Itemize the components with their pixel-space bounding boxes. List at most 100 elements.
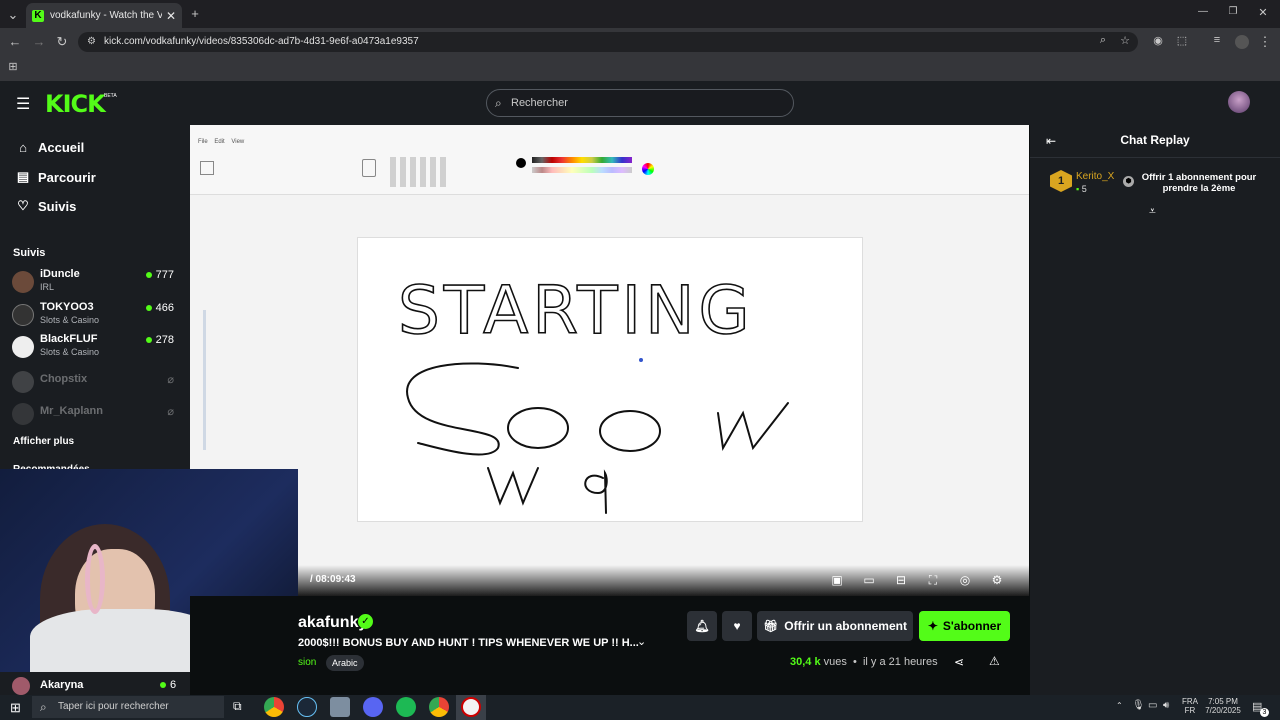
speed-icon[interactable]: ◎ <box>957 573 973 587</box>
followed-channel[interactable]: BlackFLUF Slots & Casino 278 <box>12 331 182 361</box>
kick-favicon-icon: K <box>32 9 44 22</box>
discord-icon[interactable] <box>363 697 383 717</box>
minimize-icon[interactable]: — <box>1196 6 1210 17</box>
tray-chevron-icon[interactable]: ⌃ <box>1116 701 1123 710</box>
video-stats: 30,4 k vues • il y a 21 heures <box>790 656 938 668</box>
zoom-slider <box>203 310 206 450</box>
avatar <box>12 336 34 358</box>
followed-channel[interactable]: iDuncle IRL 777 <box>12 266 182 296</box>
new-tab-icon[interactable]: + <box>188 6 202 21</box>
palette-icon <box>532 157 632 163</box>
scroll-down-icon[interactable]: ⩡ <box>1149 204 1156 219</box>
clock[interactable]: 7:05 PM 7/20/2025 <box>1203 697 1243 715</box>
extension-icon[interactable]: ◉ <box>1151 34 1165 47</box>
starting-text: STARTING <box>398 272 754 349</box>
taskbar-search-input[interactable]: ⌕ Taper ici pour rechercher <box>32 696 224 718</box>
brush-icon <box>362 159 376 177</box>
settings-gear-icon[interactable]: ⚙ <box>989 573 1005 587</box>
sidebar-item-browse[interactable]: ▤ Parcourir <box>14 169 96 185</box>
search-input[interactable]: ⌕ Rechercher <box>486 89 794 117</box>
heart-icon: ♥ <box>733 619 741 633</box>
profile-icon[interactable] <box>1235 35 1249 49</box>
file-app-icon[interactable] <box>330 697 350 717</box>
theatre-mode-icon[interactable]: ▭ <box>861 573 877 587</box>
select-icon <box>200 161 214 175</box>
show-more-link[interactable]: Afficher plus <box>13 436 74 447</box>
mic-icon[interactable]: 🎙︎ <box>1132 700 1145 711</box>
chat-message-text: Offrir 1 abonnement pour prendre la 2ème <box>1141 172 1257 194</box>
paint-menu: File Edit View <box>198 139 245 145</box>
followed-channel-offline[interactable]: Chopstix ⌀ <box>12 366 182 396</box>
user-avatar[interactable] <box>1228 91 1250 113</box>
notification-bell-button[interactable]: 🔔︎ <box>687 611 717 641</box>
menu-kebab-icon[interactable]: ⋮ <box>1258 34 1272 50</box>
handwriting-drawing: STARTING <box>397 271 789 514</box>
obs-icon[interactable] <box>461 697 481 717</box>
followed-channel[interactable]: TOKYOO3 Slots & Casino 466 <box>12 299 182 329</box>
gift-icon: 🎁︎ <box>763 619 779 633</box>
search-icon: ⌕ <box>495 96 502 110</box>
paint-canvas: STARTING <box>357 237 863 522</box>
palette-light-icon <box>532 167 632 173</box>
avatar <box>12 271 34 293</box>
steam-icon[interactable] <box>297 697 317 717</box>
browser-tab[interactable]: K vodkafunky - Watch the VOD o ✕ <box>26 3 182 28</box>
chevron-down-icon[interactable]: ⌄ <box>637 635 646 648</box>
windows-start-icon[interactable]: ⊞ <box>10 700 21 716</box>
chrome-icon[interactable] <box>429 697 449 717</box>
color-black-swatch <box>516 158 526 168</box>
avatar <box>12 403 34 425</box>
followed-channel-name[interactable]: Akaryna <box>40 679 83 691</box>
task-view-icon[interactable]: ⧉ <box>233 699 242 714</box>
bookmark-star-icon[interactable]: ☆ <box>1118 34 1132 47</box>
category-link[interactable]: sion <box>298 657 316 668</box>
beta-label: BETA <box>104 93 117 99</box>
live-dot-icon <box>160 682 166 688</box>
offline-icon: ⌀ <box>167 374 174 386</box>
live-dot-icon <box>145 337 152 343</box>
channel-name[interactable]: akafunky <box>298 614 367 632</box>
sidebar-item-home[interactable]: ⌂ Accueil <box>14 140 84 155</box>
gift-subscription-button[interactable]: 🎁︎ Offrir un abonnement <box>757 611 913 641</box>
clip-icon[interactable]: ▣ <box>829 573 845 587</box>
reading-list-icon[interactable]: ≡ <box>1210 34 1224 46</box>
follow-heart-button[interactable]: ♥ <box>722 611 752 641</box>
follows-heading: Suivis <box>13 247 46 259</box>
volume-icon[interactable]: 🔊︎ <box>1163 700 1169 711</box>
kick-logo[interactable]: KICK <box>45 90 106 118</box>
restore-icon[interactable]: ❐ <box>1226 6 1240 17</box>
zoom-icon[interactable]: ⌕ <box>1096 34 1110 47</box>
tab-close-icon[interactable]: ✕ <box>166 9 176 23</box>
forward-icon[interactable]: → <box>32 34 46 49</box>
window-close-icon[interactable]: ✕ <box>1256 6 1270 19</box>
miniplayer-icon[interactable]: ⊟ <box>893 573 909 587</box>
sidebar-item-following[interactable]: ♡ Suivis <box>14 198 76 214</box>
language-tag[interactable]: Arabic <box>326 655 364 671</box>
apps-grid-icon[interactable]: ⊞ <box>6 60 20 73</box>
sparkle-icon: ✦ <box>927 619 938 633</box>
subscribe-button[interactable]: ✦ S'abonner <box>919 611 1010 641</box>
back-icon[interactable]: ← <box>8 34 22 49</box>
chrome-icon[interactable] <box>264 697 284 717</box>
browse-icon: ▤ <box>16 169 30 184</box>
language-indicator[interactable]: FRA FR <box>1180 697 1200 715</box>
followed-channel-offline[interactable]: Mr_Kaplann ⌀ <box>12 398 182 428</box>
url-input[interactable]: ⚙ kick.com/vodkafunky/videos/835306dc-ad… <box>78 32 1138 52</box>
reload-icon[interactable]: ↻ <box>55 34 69 50</box>
tab-title: vodkafunky - Watch the VOD o <box>50 10 162 21</box>
chat-username[interactable]: Kerito_X <box>1076 171 1114 182</box>
tab-search-icon[interactable]: ⌄ <box>6 7 20 23</box>
fullscreen-icon[interactable]: ⛶ <box>925 573 941 588</box>
hamburger-menu-icon[interactable]: ☰ <box>16 94 30 114</box>
heart-icon: ♡ <box>17 198 29 213</box>
spotify-icon[interactable] <box>396 697 416 717</box>
network-icon[interactable]: ▭ <box>1148 700 1157 711</box>
offline-icon: ⌀ <box>167 406 174 418</box>
share-icon[interactable]: ⋖ <box>954 655 964 669</box>
report-warning-icon[interactable]: ⚠ <box>989 654 1000 668</box>
shapes-icon <box>390 157 450 187</box>
site-info-icon[interactable]: ⚙ <box>87 32 96 52</box>
puzzle-icon[interactable]: ⬚ <box>1175 34 1189 47</box>
video-title: 2000$!!! BONUS BUY AND HUNT ! TIPS WHENE… <box>298 637 639 649</box>
bell-icon: 🔔︎ <box>694 619 710 633</box>
